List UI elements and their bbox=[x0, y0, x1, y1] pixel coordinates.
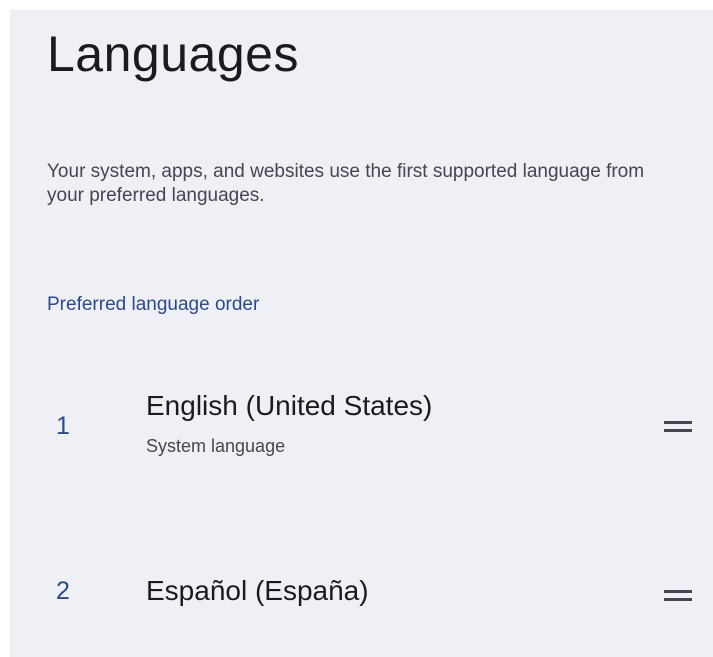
language-item-espanol-espana[interactable]: 2 Español (España) bbox=[10, 555, 713, 655]
language-item-english-united-states[interactable]: 1 English (United States) System languag… bbox=[10, 378, 713, 478]
preferred-language-order-header: Preferred language order bbox=[47, 294, 260, 315]
page-description: Your system, apps, and websites use the … bbox=[47, 161, 645, 206]
languages-settings-panel: Languages Your system, apps, and website… bbox=[10, 10, 713, 657]
page-title: Languages bbox=[47, 26, 299, 82]
language-order-number: 1 bbox=[56, 412, 70, 440]
language-subtitle: System language bbox=[146, 436, 286, 456]
language-order-number: 2 bbox=[56, 577, 70, 605]
language-name: Español (España) bbox=[146, 575, 369, 606]
drag-handle-icon[interactable] bbox=[662, 414, 694, 438]
drag-handle-icon[interactable] bbox=[662, 583, 694, 607]
language-name: English (United States) bbox=[146, 390, 433, 421]
